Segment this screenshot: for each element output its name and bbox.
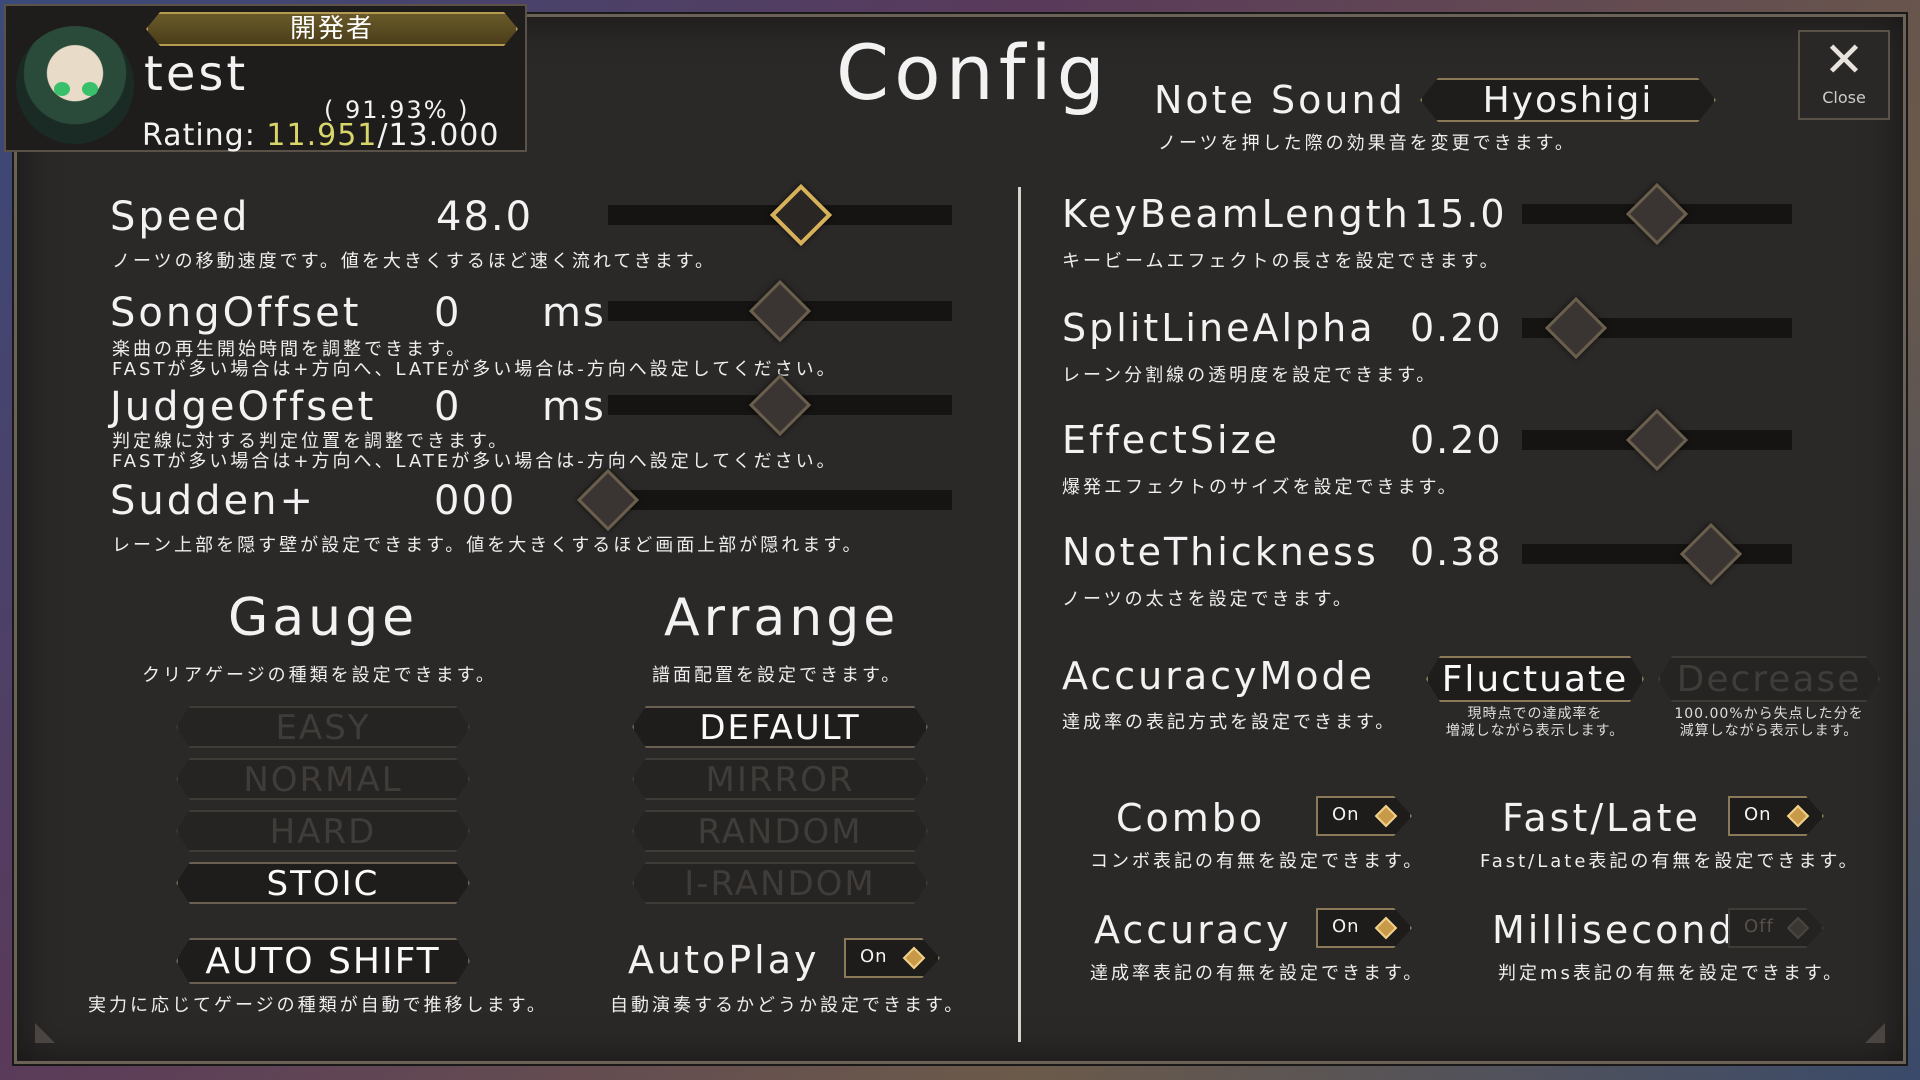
decrease-desc-2: 減算しながら表示します。 — [1679, 723, 1859, 739]
gauge-stoic-button[interactable]: STOIC — [176, 862, 470, 904]
sudden-label: Sudden+ — [110, 478, 316, 524]
close-icon: ✕ — [1823, 32, 1865, 88]
autoplay-desc: 自動演奏するかどうか設定できます。 — [610, 995, 966, 1016]
judge-offset-value: 0 — [434, 384, 462, 430]
speed-value: 48.0 — [436, 194, 534, 240]
song-offset-unit: ms — [542, 290, 606, 336]
arrange-title: Arrange — [664, 588, 900, 648]
fast-late-state: On — [1744, 804, 1772, 825]
toggle-diamond-icon — [1787, 805, 1810, 828]
judge-offset-desc-1: 判定線に対する判定位置を調整できます。 — [112, 431, 510, 452]
column-divider — [1018, 187, 1021, 1042]
player-rating: Rating: 11.951/13.000 — [142, 118, 499, 153]
auto-shift-button[interactable]: AUTO SHIFT — [176, 938, 470, 984]
combo-desc: コンボ表記の有無を設定できます。 — [1090, 851, 1425, 872]
millisecond-toggle[interactable]: Off — [1728, 908, 1824, 948]
effect-size-value: 0.20 — [1410, 418, 1503, 462]
toggle-diamond-icon — [1375, 917, 1398, 940]
song-offset-value: 0 — [434, 290, 462, 336]
key-beam-value: 15.0 — [1414, 192, 1507, 236]
gauge-normal-button[interactable]: NORMAL — [176, 758, 470, 800]
accuracy-toggle[interactable]: On — [1316, 908, 1412, 948]
judge-offset-desc-2: FASTが多い場合は+方向へ、LATEが多い場合は-方向へ設定してください。 — [112, 451, 838, 472]
player-name: test — [144, 46, 249, 102]
decrease-desc: 100.00%から失点した分を 減算しながら表示します。 — [1658, 706, 1880, 740]
note-sound-desc: ノーツを押した際の効果音を変更できます。 — [1158, 133, 1576, 154]
note-sound-select[interactable]: Hyoshigi — [1420, 78, 1716, 122]
arrange-default-button[interactable]: DEFAULT — [632, 706, 928, 748]
combo-state: On — [1332, 804, 1360, 825]
rating-current: 11.951 — [266, 118, 378, 153]
fluctuate-desc: 現時点での達成率を 増減しながら表示します。 — [1426, 706, 1644, 740]
combo-label: Combo — [1116, 796, 1266, 840]
accuracy-state: On — [1332, 916, 1360, 937]
note-thickness-label: NoteThickness — [1062, 530, 1379, 574]
auto-shift-desc: 実力に応じてゲージの種類が自動で推移します。 — [88, 995, 548, 1016]
rating-max: /13.000 — [377, 118, 500, 153]
gauge-easy-button[interactable]: EASY — [176, 706, 470, 748]
fast-late-toggle[interactable]: On — [1728, 796, 1824, 836]
accuracy-mode-desc: 達成率の表記方式を設定できます。 — [1062, 712, 1397, 733]
decrease-desc-1: 100.00%から失点した分を — [1674, 706, 1864, 722]
arrange-random-button[interactable]: RANDOM — [632, 810, 928, 852]
player-avatar — [16, 26, 134, 144]
sudden-value: 000 — [434, 478, 517, 524]
toggle-diamond-icon — [903, 947, 926, 970]
fast-late-desc: Fast/Late表記の有無を設定できます。 — [1480, 851, 1860, 872]
close-button[interactable]: ✕ Close — [1798, 30, 1890, 120]
toggle-diamond-icon — [1375, 805, 1398, 828]
song-offset-label: SongOffset — [110, 290, 362, 336]
gauge-title: Gauge — [228, 588, 419, 648]
fast-late-label: Fast/Late — [1502, 796, 1701, 840]
judge-offset-unit: ms — [542, 384, 606, 430]
arrange-mirror-button[interactable]: MIRROR — [632, 758, 928, 800]
key-beam-label: KeyBeamLength — [1062, 192, 1411, 236]
note-thickness-slider-track[interactable] — [1522, 544, 1792, 564]
fluctuate-desc-1: 現時点での達成率を — [1467, 706, 1603, 722]
note-thickness-desc: ノーツの太さを設定できます。 — [1062, 589, 1354, 610]
split-line-desc: レーン分割線の透明度を設定できます。 — [1062, 365, 1438, 386]
corner-ornament — [35, 1023, 55, 1043]
split-line-value: 0.20 — [1410, 306, 1503, 350]
corner-ornament — [1865, 1023, 1885, 1043]
rank-banner: 開発者 — [146, 12, 518, 46]
toggle-diamond-icon — [1787, 917, 1810, 940]
accuracy-mode-label: AccuracyMode — [1062, 654, 1376, 698]
effect-size-desc: 爆発エフェクトのサイズを設定できます。 — [1062, 477, 1459, 498]
sudden-slider-track[interactable] — [608, 490, 952, 510]
autoplay-state: On — [860, 946, 888, 967]
speed-desc: ノーツの移動速度です。値を大きくするほど速く流れてきます。 — [112, 251, 716, 272]
player-card: 開発者 test ( 91.93% ) Rating: 11.951/13.00… — [4, 4, 527, 153]
combo-toggle[interactable]: On — [1316, 796, 1412, 836]
accuracy-desc: 達成率表記の有無を設定できます。 — [1090, 963, 1425, 984]
autoplay-label: AutoPlay — [628, 938, 820, 982]
millisecond-desc: 判定ms表記の有無を設定できます。 — [1498, 963, 1845, 984]
split-line-label: SplitLineAlpha — [1062, 306, 1376, 350]
key-beam-desc: キービームエフェクトの長さを設定できます。 — [1062, 251, 1501, 272]
page-title: Config — [836, 28, 1110, 117]
arrange-i-random-button[interactable]: I-RANDOM — [632, 862, 928, 904]
accuracy-mode-decrease-button[interactable]: Decrease — [1658, 656, 1880, 702]
close-label: Close — [1822, 88, 1866, 107]
note-thickness-value: 0.38 — [1410, 530, 1503, 574]
gauge-desc: クリアゲージの種類を設定できます。 — [142, 665, 497, 686]
sudden-desc: レーン上部を隠す壁が設定できます。値を大きくするほど画面上部が隠れます。 — [112, 535, 864, 556]
song-offset-desc-1: 楽曲の再生開始時間を調整できます。 — [112, 339, 468, 360]
millisecond-state: Off — [1744, 916, 1774, 937]
millisecond-label: Millisecond — [1492, 908, 1736, 952]
gauge-hard-button[interactable]: HARD — [176, 810, 470, 852]
arrange-desc: 譜面配置を設定できます。 — [652, 665, 903, 686]
accuracy-mode-fluctuate-button[interactable]: Fluctuate — [1426, 656, 1644, 702]
note-sound-label: Note Sound — [1154, 78, 1406, 122]
rating-label: Rating: — [142, 118, 256, 153]
accuracy-label: Accuracy — [1094, 908, 1292, 952]
effect-size-label: EffectSize — [1062, 418, 1280, 462]
judge-offset-label: JudgeOffset — [110, 384, 377, 430]
fluctuate-desc-2: 増減しながら表示します。 — [1445, 723, 1625, 739]
speed-label: Speed — [110, 194, 251, 240]
autoplay-toggle[interactable]: On — [844, 938, 940, 978]
song-offset-desc-2: FASTが多い場合は+方向へ、LATEが多い場合は-方向へ設定してください。 — [112, 359, 838, 380]
